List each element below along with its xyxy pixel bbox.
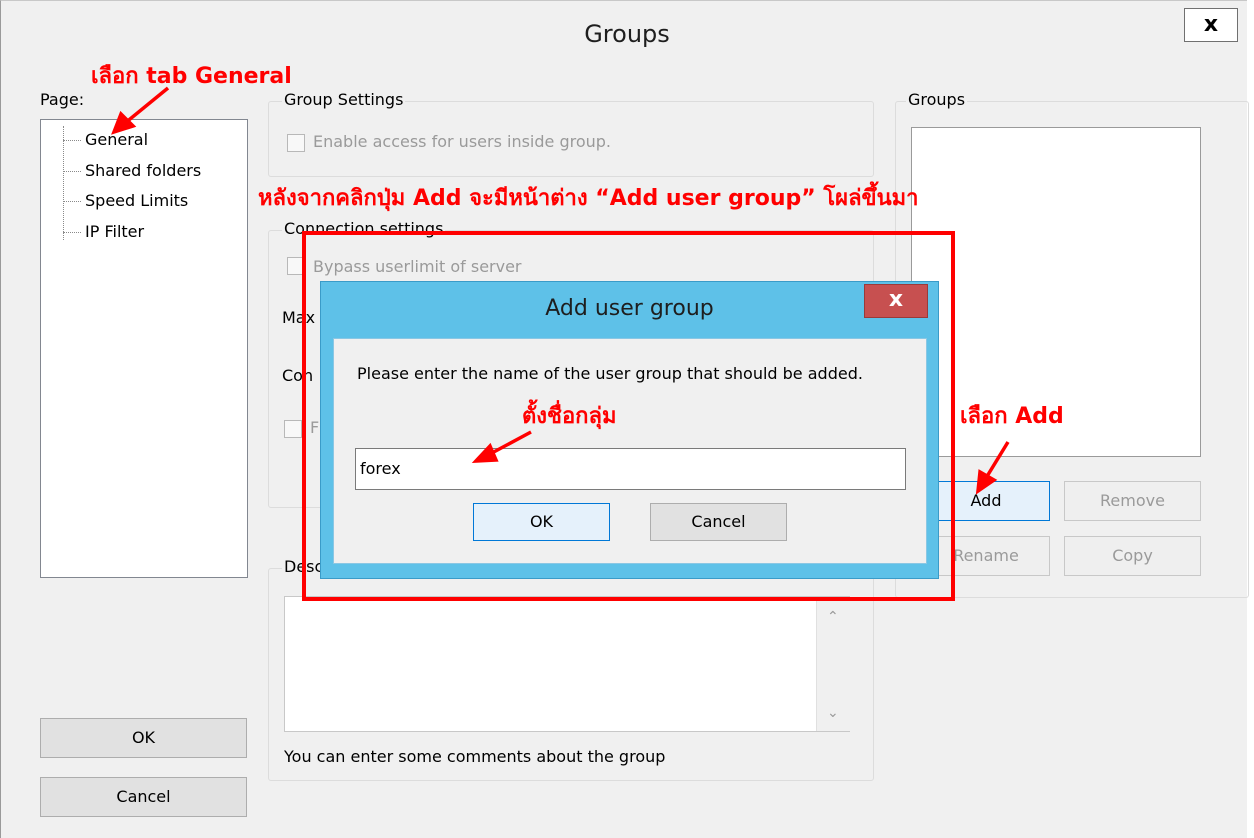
connection-checkbox[interactable]	[284, 420, 302, 438]
annotation-select-add: เลือก Add	[960, 398, 1064, 433]
annotation-after-click-mid: จะมีหน้าต่าง	[461, 186, 596, 211]
tree-item-shared-folders[interactable]: Shared folders	[85, 161, 201, 180]
scroll-up-icon[interactable]: ⌃	[827, 609, 839, 625]
enable-access-checkbox[interactable]	[287, 134, 305, 152]
cancel-button[interactable]: Cancel	[40, 777, 247, 817]
annotation-select-tab-general-bold: tab General	[146, 64, 292, 89]
group-settings-legend: Group Settings	[282, 90, 406, 109]
tree-branch	[63, 140, 81, 141]
annotation-after-click-add-word: Add	[412, 186, 462, 211]
annotation-select-add-bold: Add	[1015, 404, 1064, 429]
ok-button[interactable]: OK	[40, 718, 247, 758]
groups-legend: Groups	[906, 90, 968, 109]
page-tree[interactable]: General Shared folders Speed Limits IP F…	[40, 119, 248, 578]
annotation-after-click-prefix: หลังจากคลิกปุ่ม	[258, 186, 413, 211]
enable-access-label: Enable access for users inside group.	[313, 132, 611, 151]
tree-item-general[interactable]: General	[85, 130, 148, 149]
description-scrollbar[interactable]: ⌃ ⌄	[816, 597, 850, 731]
annotation-after-click-add: หลังจากคลิกปุ่ม Add จะมีหน้าต่าง “Add us…	[258, 180, 918, 215]
tree-branch	[63, 171, 81, 172]
page-label: Page:	[40, 90, 85, 109]
annotation-select-tab-general: เลือก tab General	[91, 58, 292, 93]
annotation-after-click-suffix: โผล่ขึ้นมา	[815, 186, 919, 211]
annotation-select-add-prefix: เลือก	[960, 404, 1016, 429]
tree-item-ip-filter[interactable]: IP Filter	[85, 222, 144, 241]
annotation-highlight-frame	[302, 231, 955, 601]
window-title: Groups	[584, 20, 670, 48]
tree-branch	[63, 232, 81, 233]
remove-group-button[interactable]: Remove	[1064, 481, 1201, 521]
tree-item-speed-limits[interactable]: Speed Limits	[85, 191, 188, 210]
scroll-down-icon[interactable]: ⌄	[827, 705, 839, 721]
copy-group-button[interactable]: Copy	[1064, 536, 1201, 576]
tree-line	[63, 126, 64, 240]
description-textarea[interactable]: ⌃ ⌄	[284, 596, 850, 732]
tree-branch	[63, 201, 81, 202]
annotation-name-group: ตั้งชื่อกลุ่ม	[522, 404, 617, 429]
description-hint: You can enter some comments about the gr…	[284, 747, 666, 766]
window-close-button[interactable]: x	[1184, 8, 1238, 42]
annotation-after-click-window: “Add user group”	[595, 186, 816, 211]
annotation-select-tab-general-prefix: เลือก	[91, 64, 147, 89]
